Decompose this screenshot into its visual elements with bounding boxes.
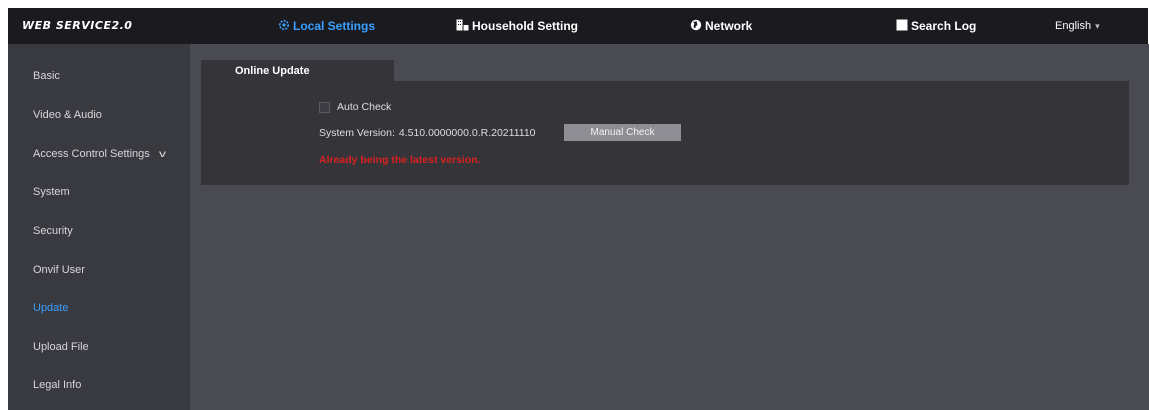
sidebar-item-label: Basic <box>33 70 60 82</box>
sidebar-item-label: Security <box>33 225 73 237</box>
nav-search-log[interactable]: Search Log <box>896 8 976 44</box>
sidebar-item-access-control-settings[interactable]: Access Control Settings v <box>33 144 166 164</box>
nav-search-log-label: Search Log <box>911 19 977 33</box>
top-navigation-bar: WEB SERVICE2.0 Local Settings Household … <box>8 8 1148 44</box>
nav-local-settings-label: Local Settings <box>293 19 376 33</box>
sidebar-item-onvif-user[interactable]: Onvif User <box>33 260 85 280</box>
app-logo: WEB SERVICE2.0 <box>22 19 133 32</box>
manual-check-button[interactable]: Manual Check <box>564 124 681 141</box>
system-version-row: System Version: 4.510.0000000.0.R.202111… <box>319 127 536 139</box>
tab-online-update[interactable]: Online Update <box>201 60 394 81</box>
language-selector[interactable]: English ▾ <box>1055 8 1100 44</box>
sidebar-item-label: System <box>33 186 70 198</box>
auto-check-checkbox[interactable] <box>319 101 330 113</box>
sidebar-item-label: Upload File <box>33 341 89 353</box>
nav-household-setting[interactable]: Household Setting <box>456 8 578 44</box>
chevron-down-icon: ▾ <box>1095 20 1100 31</box>
sidebar-item-upload-file[interactable]: Upload File <box>33 337 89 357</box>
nav-household-setting-label: Household Setting <box>472 19 578 33</box>
sidebar-item-legal-info[interactable]: Legal Info <box>33 375 81 395</box>
sidebar: Basic Video & Audio Access Control Setti… <box>8 44 190 410</box>
sidebar-item-update[interactable]: Update <box>33 298 68 318</box>
nav-local-settings[interactable]: Local Settings <box>278 8 375 44</box>
sidebar-item-basic[interactable]: Basic <box>33 66 60 86</box>
document-icon <box>896 19 908 34</box>
nav-network-label: Network <box>705 19 753 33</box>
auto-check-row: Auto Check <box>319 101 391 113</box>
update-status-message: Already being the latest version. <box>319 154 481 166</box>
app-window: WEB SERVICE2.0 Local Settings Household … <box>0 0 1149 410</box>
sidebar-item-label: Legal Info <box>33 379 82 391</box>
chevron-down-icon: v <box>158 148 166 160</box>
main-content: Online Update Auto Check System Version:… <box>190 44 1149 410</box>
sidebar-item-label: Video & Audio <box>33 109 102 121</box>
sidebar-item-label: Access Control Settings <box>33 148 150 160</box>
sidebar-item-video-audio[interactable]: Video & Audio <box>33 105 102 125</box>
system-version-value: 4.510.0000000.0.R.20211110 <box>398 127 536 139</box>
sidebar-item-system[interactable]: System <box>33 182 70 202</box>
system-version-label: System Version: <box>319 127 395 139</box>
gear-icon <box>278 19 290 34</box>
sidebar-item-label: Onvif User <box>33 264 85 276</box>
tab-online-update-label: Online Update <box>235 64 310 77</box>
sidebar-item-label: Update <box>33 302 69 314</box>
globe-icon <box>690 19 702 34</box>
online-update-panel: Auto Check System Version: 4.510.0000000… <box>201 81 1129 185</box>
building-icon <box>456 19 469 34</box>
nav-network[interactable]: Network <box>690 8 752 44</box>
auto-check-label: Auto Check <box>337 101 392 113</box>
sidebar-item-security[interactable]: Security <box>33 221 73 241</box>
language-label: English <box>1055 20 1092 32</box>
